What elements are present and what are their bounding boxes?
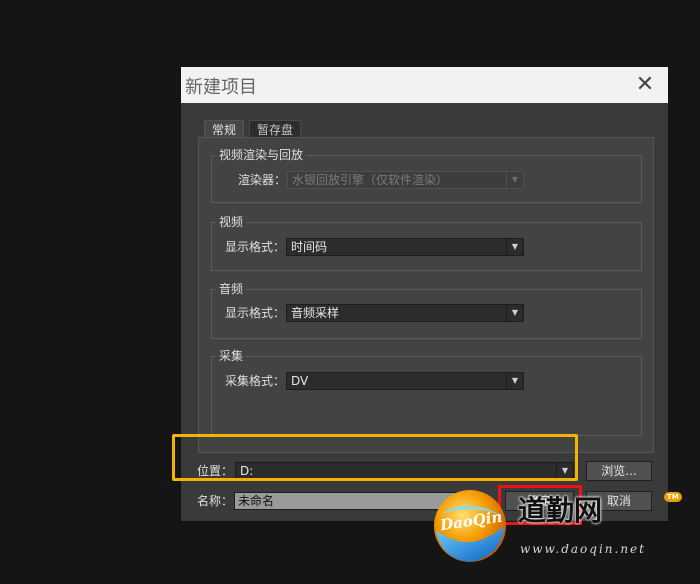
name-label: 名称： xyxy=(197,494,234,508)
chevron-down-icon: ▼ xyxy=(506,239,523,255)
general-tab-panel: 视频渲染与回放 渲染器： 水银回放引擎（仅软件渲染） ▼ 视频 显示格式： 时间… xyxy=(198,137,654,453)
video-display-format-select[interactable]: 时间码 ▼ xyxy=(286,238,524,256)
tab-scratch-disks[interactable]: 暂存盘 xyxy=(249,120,302,138)
dialog-titlebar: 新建项目 ✕ xyxy=(181,67,668,103)
chevron-down-icon: ▼ xyxy=(556,463,573,479)
cancel-button[interactable]: 取消 xyxy=(586,491,652,511)
tab-general[interactable]: 常规 xyxy=(204,120,245,138)
location-value: D: xyxy=(240,464,254,478)
audio-display-format-value: 音频采样 xyxy=(291,306,340,320)
audio-group: 音频 显示格式： 音频采样 ▼ xyxy=(211,281,642,339)
render-group: 视频渲染与回放 渲染器： 水银回放引擎（仅软件渲染） ▼ xyxy=(211,147,642,203)
capture-format-value: DV xyxy=(291,374,309,388)
capture-format-select[interactable]: DV ▼ xyxy=(286,372,524,390)
capture-group-title: 采集 xyxy=(216,348,247,364)
chevron-down-icon: ▼ xyxy=(506,172,523,188)
audio-display-format-label: 显示格式： xyxy=(225,306,286,320)
video-display-format-label: 显示格式： xyxy=(225,240,286,254)
watermark-url: www.daoqin.net xyxy=(520,542,646,556)
chevron-down-icon: ▼ xyxy=(506,305,523,321)
dialog-title: 新建项目 xyxy=(185,77,257,98)
renderer-label: 渲染器： xyxy=(238,173,287,187)
render-group-title: 视频渲染与回放 xyxy=(216,147,307,163)
location-select[interactable]: D: ▼ xyxy=(235,462,574,480)
video-group: 视频 显示格式： 时间码 ▼ xyxy=(211,214,642,271)
renderer-select: 水银回放引擎（仅软件渲染） ▼ xyxy=(287,171,524,189)
video-display-format-value: 时间码 xyxy=(291,240,328,254)
close-icon[interactable]: ✕ xyxy=(634,74,656,96)
chevron-down-icon: ▼ xyxy=(506,373,523,389)
location-label: 位置： xyxy=(197,464,234,478)
new-project-dialog: 新建项目 ✕ 常规 暂存盘 视频渲染与回放 渲染器： 水银回放引擎（仅软件渲染）… xyxy=(180,66,669,522)
browse-button[interactable]: 浏览... xyxy=(586,461,652,481)
audio-display-format-select[interactable]: 音频采样 ▼ xyxy=(286,304,524,322)
capture-format-label: 采集格式： xyxy=(225,374,286,388)
ok-button[interactable]: 确定 xyxy=(505,491,574,511)
renderer-value: 水银回放引擎（仅软件渲染） xyxy=(292,173,449,187)
capture-group: 采集 采集格式： DV ▼ xyxy=(211,348,642,436)
project-name-field[interactable]: 未命名 xyxy=(234,492,474,510)
video-group-title: 视频 xyxy=(216,214,247,230)
audio-group-title: 音频 xyxy=(216,281,247,297)
